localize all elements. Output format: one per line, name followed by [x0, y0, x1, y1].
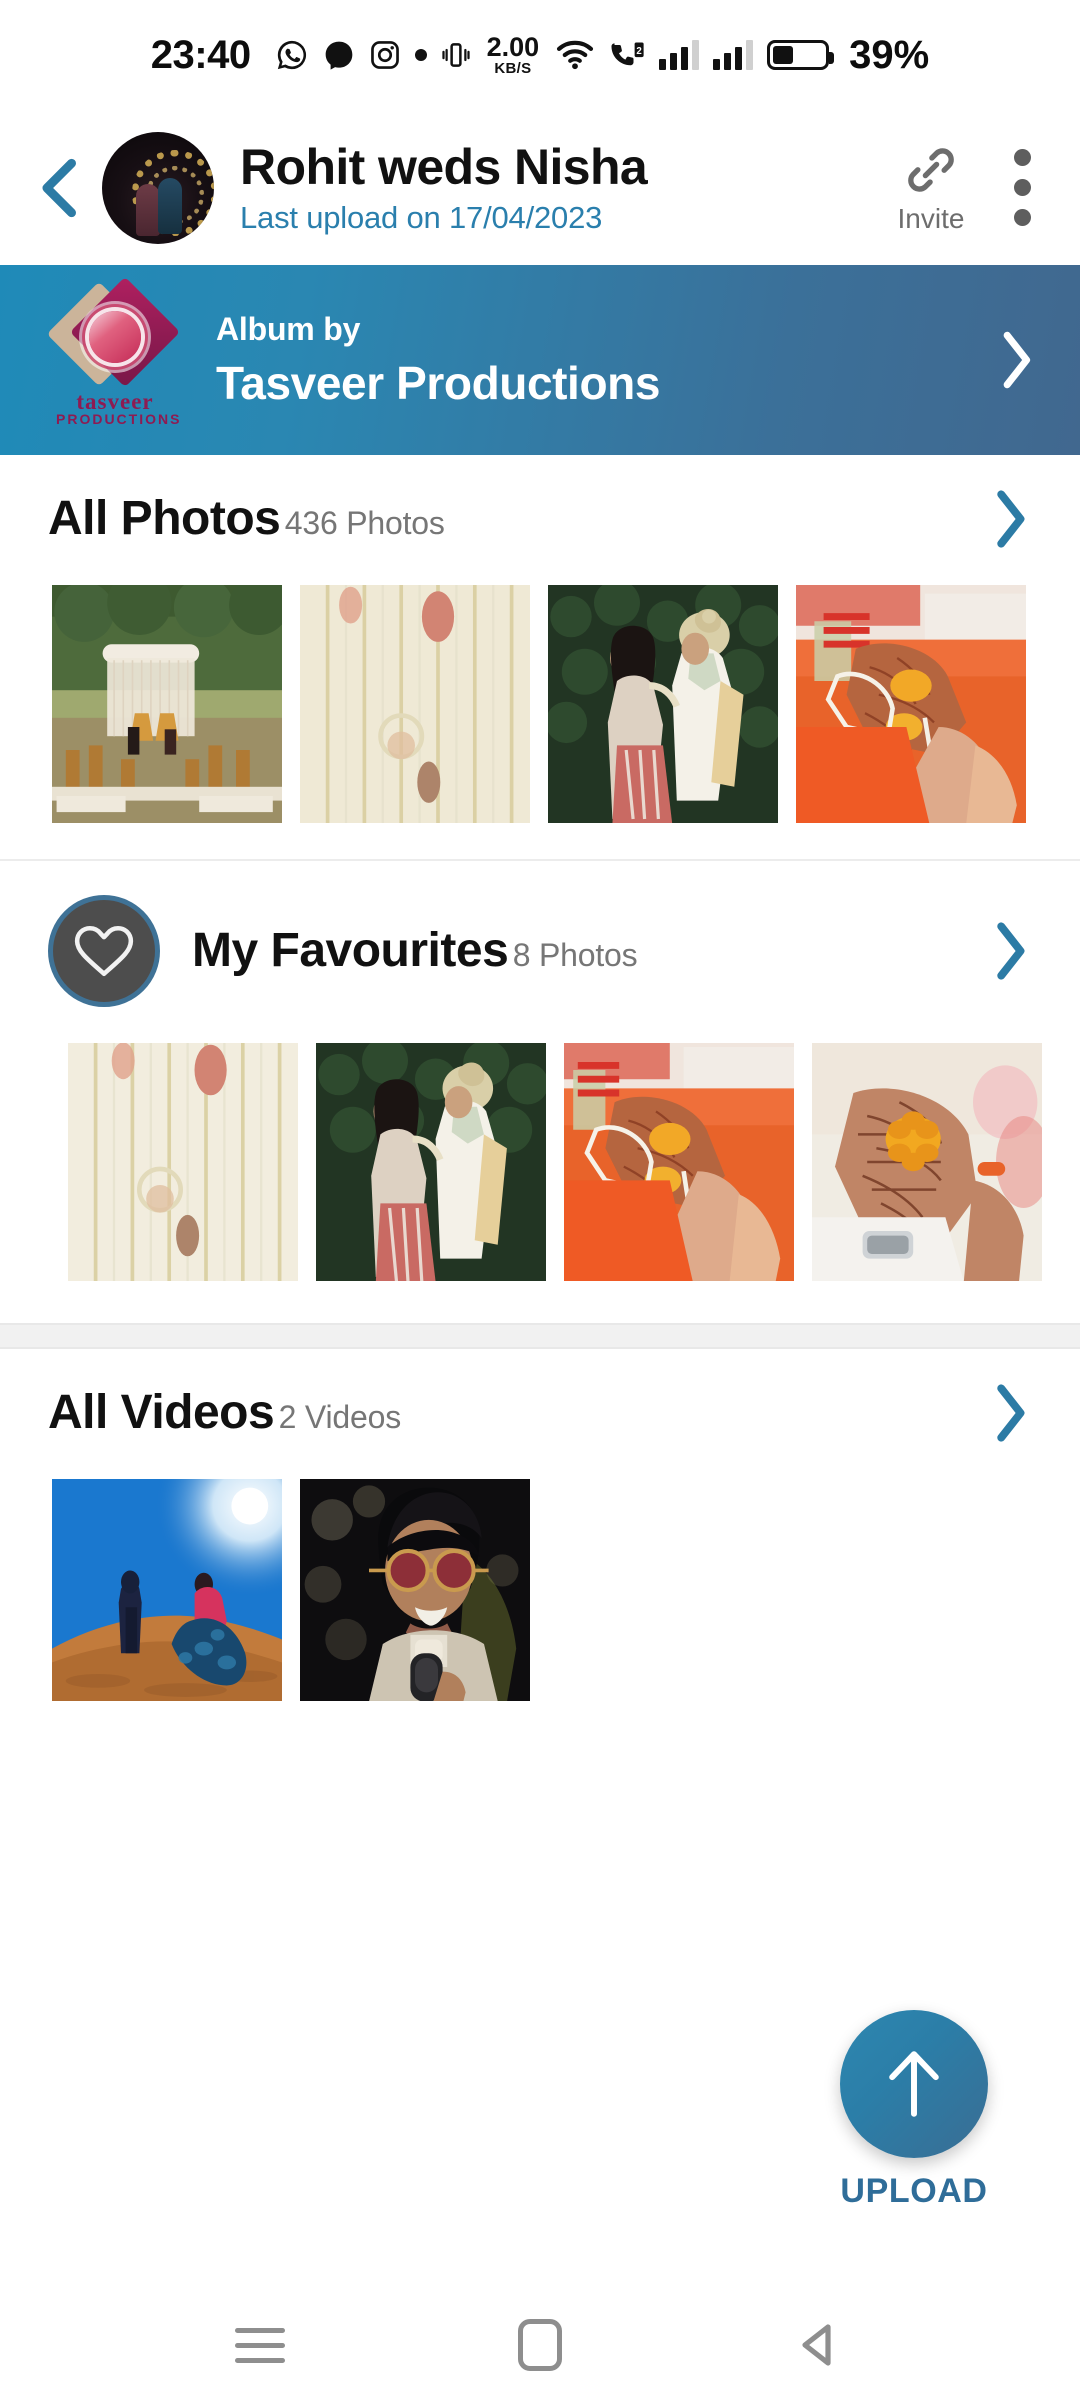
- all-photos-text: All Photos 436 Photos: [48, 492, 982, 546]
- battery-icon: [767, 40, 835, 70]
- logo-subtext: PRODUCTIONS: [56, 411, 182, 427]
- last-upload-text: Last upload on 17/04/2023: [240, 199, 603, 235]
- vibrate-icon: [441, 39, 471, 71]
- section-my-favourites: My Favourites 8 Photos: [0, 861, 1080, 1349]
- studio-name: Tasveer Productions: [216, 356, 661, 409]
- more-vertical-icon[interactable]: [990, 149, 1054, 226]
- network-speed-value: 2.00: [486, 32, 540, 62]
- album-by-label: Album by: [216, 310, 361, 347]
- status-time: 23:40: [150, 32, 251, 77]
- all-videos-thumbnails: [0, 1443, 1080, 1701]
- back-triangle-icon[interactable]: [775, 2310, 865, 2380]
- chevron-right-icon[interactable]: [982, 921, 1038, 981]
- link-chain-icon: [908, 147, 954, 192]
- upload-button[interactable]: UPLOAD: [814, 2010, 1014, 2211]
- wifi-icon: [555, 39, 595, 71]
- heart-icon: [48, 895, 160, 1007]
- section-all-photos: All Photos 436 Photos: [0, 455, 1080, 861]
- all-videos-text: All Videos 2 Videos: [48, 1386, 982, 1440]
- svg-text:2: 2: [637, 46, 642, 57]
- section-separator-band: [0, 1323, 1080, 1349]
- instagram-icon: [369, 39, 401, 71]
- menu-lines-icon[interactable]: [215, 2310, 305, 2380]
- network-speed: 2.00 KB/S: [486, 32, 540, 77]
- avatar[interactable]: [102, 131, 214, 244]
- my-favourites-thumbnails: [0, 1007, 1080, 1281]
- page-title: Rohit weds Nisha: [240, 138, 648, 195]
- whatsapp-icon: [275, 38, 309, 72]
- all-photos-title: All Photos: [48, 492, 281, 546]
- all-photos-thumbnails: [0, 549, 1080, 823]
- list-item[interactable]: [316, 1043, 546, 1281]
- section-all-videos: All Videos 2 Videos: [0, 1349, 1080, 1701]
- header-text-block: Rohit weds Nisha Last upload on 17/04/20…: [240, 140, 866, 236]
- back-chevron-icon[interactable]: [34, 158, 88, 218]
- signal-sim1-icon: [659, 40, 700, 70]
- tasveer-logo: tasveer PRODUCTIONS: [46, 276, 182, 435]
- messenger-icon: [323, 39, 355, 71]
- list-item[interactable]: [548, 585, 778, 823]
- upload-label: UPLOAD: [840, 2172, 988, 2210]
- home-square-icon[interactable]: [495, 2310, 585, 2380]
- banner-text-block: Album by Tasveer Productions: [216, 311, 986, 410]
- list-item[interactable]: [812, 1043, 1042, 1281]
- my-favourites-count: 8 Photos: [512, 937, 638, 974]
- arrow-up-icon[interactable]: [840, 2010, 988, 2158]
- my-favourites-text: My Favourites 8 Photos: [192, 924, 982, 978]
- signal-sim2-icon: [713, 40, 754, 70]
- invite-label: Invite: [897, 202, 965, 234]
- all-videos-count: 2 Videos: [278, 1399, 402, 1436]
- my-favourites-header[interactable]: My Favourites 8 Photos: [0, 895, 1080, 1007]
- dot-icon: [414, 49, 427, 61]
- my-favourites-title: My Favourites: [192, 924, 509, 978]
- call-sim-icon: 2: [609, 39, 645, 71]
- chevron-right-icon[interactable]: [982, 1383, 1038, 1443]
- album-studio-banner[interactable]: tasveer PRODUCTIONS Album by Tasveer Pro…: [0, 265, 1080, 455]
- battery-percent: 39%: [849, 32, 930, 77]
- all-photos-header[interactable]: All Photos 436 Photos: [0, 489, 1080, 549]
- invite-button[interactable]: Invite: [872, 141, 990, 235]
- list-item[interactable]: [68, 1043, 298, 1281]
- android-nav-bar: [0, 2290, 1080, 2400]
- list-item[interactable]: [52, 1479, 282, 1701]
- app-header: Rohit weds Nisha Last upload on 17/04/20…: [0, 110, 1080, 265]
- chevron-right-icon[interactable]: [982, 489, 1038, 549]
- list-item[interactable]: [300, 1479, 530, 1701]
- list-item[interactable]: [52, 585, 282, 823]
- list-item[interactable]: [300, 585, 530, 823]
- status-bar: 23:40 2.00 KB/S 2 39%: [0, 0, 1080, 110]
- list-item[interactable]: [796, 585, 1026, 823]
- list-item[interactable]: [564, 1043, 794, 1281]
- chevron-right-icon[interactable]: [986, 330, 1046, 390]
- all-videos-title: All Videos: [48, 1386, 275, 1440]
- all-photos-count: 436 Photos: [284, 505, 445, 542]
- all-videos-header[interactable]: All Videos 2 Videos: [0, 1383, 1080, 1443]
- network-speed-unit: KB/S: [494, 60, 532, 77]
